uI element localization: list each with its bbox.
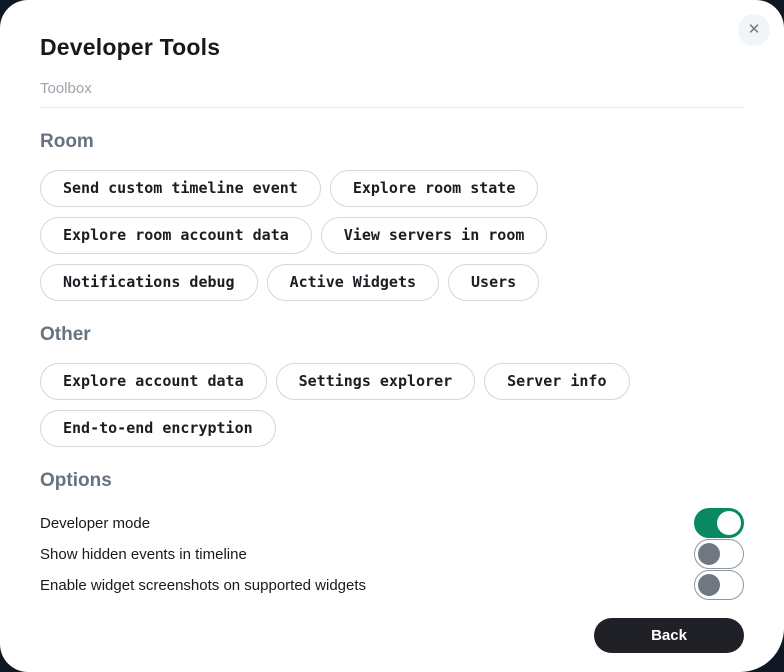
option-label: Developer mode	[40, 515, 150, 532]
button-server-info[interactable]: Server info	[484, 363, 629, 400]
button-settings-explorer[interactable]: Settings explorer	[276, 363, 476, 400]
option-row-widget-screenshots: Enable widget screenshots on supported w…	[40, 571, 744, 599]
divider	[40, 107, 744, 108]
button-explore-room-account-data[interactable]: Explore room account data	[40, 217, 312, 254]
toggle-knob	[717, 511, 741, 535]
developer-mode-toggle[interactable]	[694, 508, 744, 538]
option-label: Show hidden events in timeline	[40, 546, 247, 563]
dialog-subtitle: Toolbox	[40, 80, 744, 97]
button-active-widgets[interactable]: Active Widgets	[267, 264, 439, 301]
button-view-servers-in-room[interactable]: View servers in room	[321, 217, 548, 254]
toggle-knob	[698, 543, 720, 565]
dialog-title: Developer Tools	[40, 34, 744, 61]
widget-screenshots-toggle[interactable]	[694, 570, 744, 600]
developer-tools-dialog: ✕ Developer Tools Toolbox Room Send cust…	[0, 0, 784, 672]
back-button[interactable]: Back	[594, 618, 744, 653]
option-row-developer-mode: Developer mode	[40, 509, 744, 537]
option-row-show-hidden-events: Show hidden events in timeline	[40, 540, 744, 568]
button-explore-room-state[interactable]: Explore room state	[330, 170, 539, 207]
toggle-knob	[698, 574, 720, 596]
dialog-footer: Back	[40, 618, 744, 653]
close-icon: ✕	[748, 21, 761, 38]
room-button-group: Send custom timeline event Explore room …	[40, 170, 744, 301]
button-users[interactable]: Users	[448, 264, 539, 301]
button-notifications-debug[interactable]: Notifications debug	[40, 264, 258, 301]
button-explore-account-data[interactable]: Explore account data	[40, 363, 267, 400]
show-hidden-events-toggle[interactable]	[694, 539, 744, 569]
button-end-to-end-encryption[interactable]: End-to-end encryption	[40, 410, 276, 447]
other-button-group: Explore account data Settings explorer S…	[40, 363, 744, 447]
section-heading-room: Room	[40, 131, 744, 153]
close-button[interactable]: ✕	[738, 14, 770, 46]
options-list: Developer mode Show hidden events in tim…	[40, 509, 744, 599]
option-label: Enable widget screenshots on supported w…	[40, 577, 366, 594]
section-heading-options: Options	[40, 470, 744, 492]
section-heading-other: Other	[40, 324, 744, 346]
button-send-custom-timeline-event[interactable]: Send custom timeline event	[40, 170, 321, 207]
